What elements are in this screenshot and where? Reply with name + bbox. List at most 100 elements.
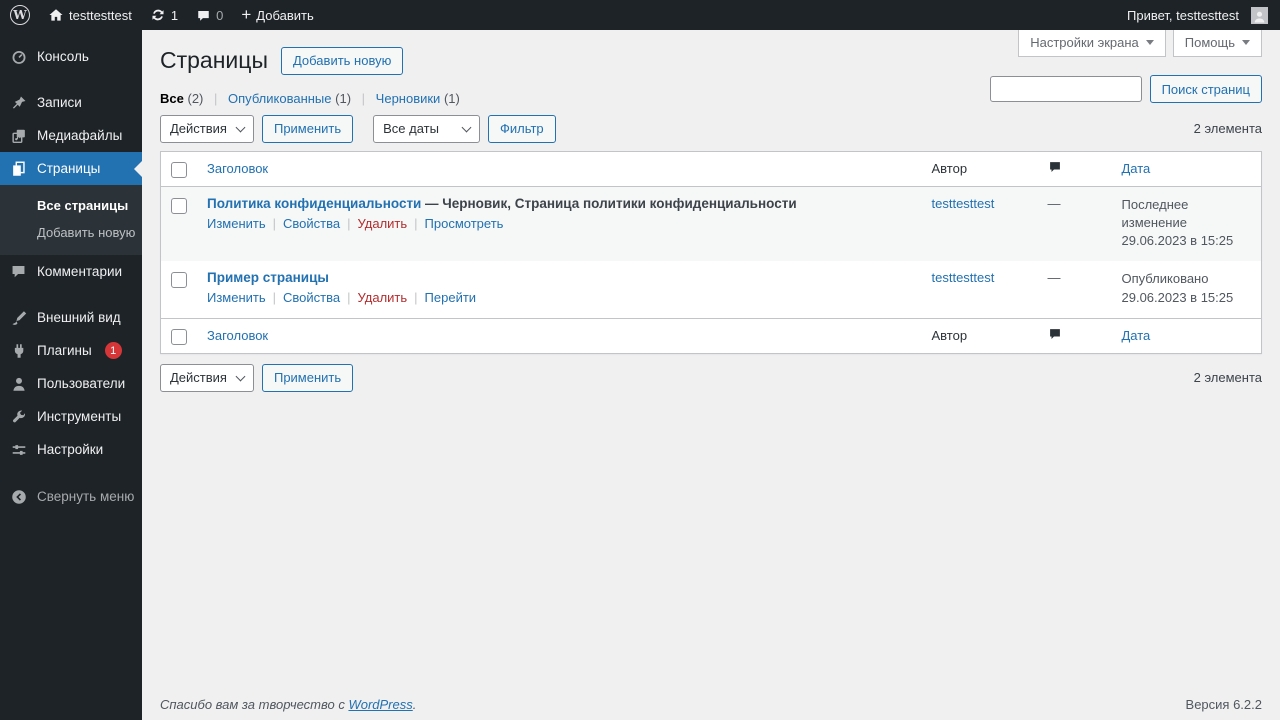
pin-icon [9, 93, 28, 112]
my-account-menu[interactable]: Привет, testtesttest [1127, 6, 1268, 24]
date-value: 29.06.2023 в 15:25 [1121, 289, 1234, 305]
media-icon [9, 126, 28, 145]
submenu-label: Добавить новую [37, 225, 136, 240]
updates-menu[interactable]: 1 [150, 7, 178, 23]
filter-button[interactable]: Фильтр [487, 114, 556, 143]
comments-value: — [1047, 195, 1061, 211]
pages-icon [9, 159, 28, 178]
preview-link[interactable]: Просмотреть [425, 216, 504, 231]
divider: | [347, 290, 351, 306]
filter-drafts-link[interactable]: Черновики [376, 91, 441, 106]
plugins-icon [9, 341, 28, 360]
help-button[interactable]: Помощь [1172, 30, 1262, 57]
sidebar-item-plugins[interactable]: Плагины 1 [0, 334, 142, 367]
filter-all-link[interactable]: Все [160, 91, 184, 106]
sidebar-item-users[interactable]: Пользователи [0, 367, 142, 400]
appearance-icon [9, 308, 28, 327]
edit-link[interactable]: Изменить [207, 290, 266, 305]
date-status: Последнее изменение [1121, 196, 1189, 231]
apply-button[interactable]: Применить [261, 114, 354, 143]
row-checkbox[interactable] [171, 272, 187, 289]
add-new-page-button[interactable]: Добавить новую [280, 46, 404, 75]
divider: | [361, 90, 366, 106]
date-status: Опубликовано [1121, 271, 1209, 287]
footer-thanks-period: . [412, 697, 417, 712]
author-link[interactable]: testtesttest [932, 196, 995, 211]
search-input[interactable] [989, 76, 1142, 102]
edit-link[interactable]: Изменить [207, 216, 266, 231]
wordpress-logo-icon: W [10, 5, 30, 25]
collapse-menu-button[interactable]: Свернуть меню [0, 480, 142, 513]
wordpress-link[interactable]: WordPress [348, 697, 412, 712]
sort-date-header[interactable]: Дата [1122, 161, 1151, 176]
new-content-menu[interactable]: + Добавить [241, 6, 313, 23]
items-count: 2 элемента [1193, 121, 1262, 137]
comment-bubble-icon [196, 8, 211, 23]
sort-title-header[interactable]: Заголовок [207, 161, 268, 176]
sort-date-header[interactable]: Дата [1122, 328, 1151, 343]
menu-separator [0, 73, 142, 86]
screen-meta: Настройки экрана Помощь [1018, 30, 1262, 57]
table-row: Пример страницы Изменить | Свойства | Удалит… [161, 261, 1262, 318]
sidebar-item-pages[interactable]: Страницы [0, 152, 142, 185]
sidebar-item-label: Плагины [37, 343, 92, 358]
sidebar-item-posts[interactable]: Записи [0, 86, 142, 119]
screen-options-button[interactable]: Настройки экрана [1018, 30, 1166, 57]
author-column-header: Автор [921, 151, 1038, 187]
select-all-checkbox[interactable] [171, 161, 187, 178]
page-title-link[interactable]: Политика конфиденциальности [207, 196, 421, 211]
row-checkbox[interactable] [171, 197, 187, 214]
comments-icon [9, 262, 28, 281]
comments-menu[interactable]: 0 [196, 8, 223, 23]
trash-link[interactable]: Удалить [358, 290, 408, 305]
divider: | [347, 215, 351, 231]
main-content: Настройки экрана Помощь Страницы Добавит… [142, 30, 1280, 720]
sidebar-item-dashboard[interactable]: Консоль [0, 40, 142, 73]
page-title: Страницы [160, 47, 268, 73]
footer-thanks: Спасибо вам за творчество с WordPress. [160, 697, 416, 712]
sidebar-item-label: Инструменты [37, 409, 122, 424]
version-label: Версия 6.2.2 [1185, 697, 1262, 712]
sidebar-item-tools[interactable]: Инструменты [0, 400, 142, 433]
sidebar-item-settings[interactable]: Настройки [0, 433, 142, 466]
chevron-down-icon [1145, 40, 1154, 45]
bulk-actions-select[interactable]: Действия [160, 114, 254, 143]
updates-count: 1 [170, 7, 179, 23]
sidebar-item-label: Страницы [37, 161, 101, 176]
quick-edit-link[interactable]: Свойства [283, 290, 340, 305]
divider: | [272, 290, 277, 306]
submenu-add-new[interactable]: Добавить новую [0, 219, 142, 246]
author-link[interactable]: testtesttest [932, 270, 995, 285]
table-footer-row: Заголовок Автор Дата [160, 317, 1262, 354]
help-label: Помощь [1184, 35, 1235, 50]
tablenav-bottom: Действия Применить 2 элемента [160, 363, 1262, 392]
filter-published-count: (1) [335, 90, 352, 106]
updates-icon [150, 7, 166, 23]
quick-edit-link[interactable]: Свойства [283, 216, 340, 231]
submenu-all-pages[interactable]: Все страницы [0, 192, 142, 219]
tablenav-top: Действия Применить Все даты Фильтр 2 эле… [160, 114, 1262, 143]
select-all-checkbox[interactable] [171, 328, 187, 345]
sidebar-item-comments[interactable]: Комментарии [0, 255, 142, 288]
view-link[interactable]: Перейти [425, 290, 477, 305]
date-filter-select[interactable]: Все даты [373, 114, 480, 143]
search-pages-button[interactable]: Поиск страниц [1149, 75, 1262, 103]
page-title-link[interactable]: Пример страницы [207, 270, 329, 285]
sidebar-item-appearance[interactable]: Внешний вид [0, 301, 142, 334]
sort-title-header[interactable]: Заголовок [207, 328, 268, 343]
dashboard-icon [9, 47, 28, 66]
bulk-actions-label: Действия [170, 121, 227, 137]
filter-published-link[interactable]: Опубликованные [228, 91, 332, 106]
divider: | [414, 290, 418, 306]
tools-icon [9, 407, 28, 426]
settings-icon [9, 440, 28, 459]
sidebar-item-media[interactable]: Медиафайлы [0, 119, 142, 152]
search-box: Поиск страниц [989, 75, 1262, 103]
trash-link[interactable]: Удалить [358, 216, 408, 231]
site-name-menu[interactable]: testtesttest [48, 7, 132, 23]
sidebar-item-label: Записи [37, 95, 82, 110]
table-row: Политика конфиденциальности — Черновик, … [160, 186, 1262, 262]
wp-logo-menu[interactable]: W [10, 5, 30, 25]
apply-button-bottom[interactable]: Применить [261, 363, 354, 392]
bulk-actions-select-bottom[interactable]: Действия [160, 363, 254, 392]
